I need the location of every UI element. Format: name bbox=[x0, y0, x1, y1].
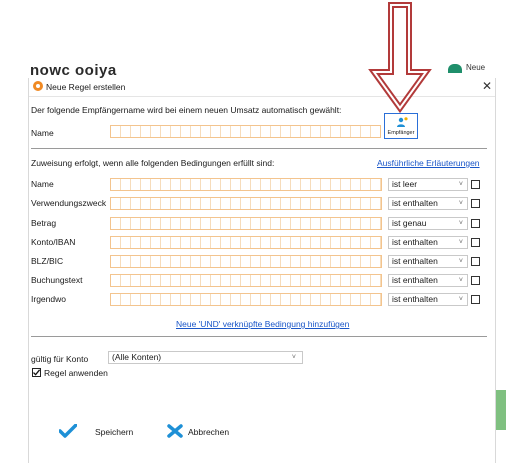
divider bbox=[31, 336, 487, 337]
chevron-down-icon: ˅ bbox=[458, 296, 463, 303]
condition-label: Irgendwo bbox=[31, 294, 66, 304]
condition-label: Verwendungszweck bbox=[31, 198, 107, 208]
account-select-value: (Alle Konten) bbox=[112, 352, 162, 362]
condition-operator-value: ist enthalten bbox=[392, 294, 438, 304]
condition-value-field[interactable] bbox=[110, 293, 382, 306]
condition-operator-value: ist enthalten bbox=[392, 237, 438, 247]
condition-label: Buchungstext bbox=[31, 275, 83, 285]
empfaenger-button-label: Empfänger bbox=[387, 130, 415, 136]
chevron-down-icon: ˅ bbox=[458, 239, 463, 246]
close-icon bbox=[167, 424, 183, 438]
chevron-down-icon: ˅ bbox=[458, 277, 463, 284]
close-icon[interactable]: ✕ bbox=[481, 79, 493, 93]
background-status-icon bbox=[448, 64, 462, 73]
save-button-label: Speichern bbox=[95, 427, 134, 437]
condition-value-field[interactable] bbox=[110, 178, 382, 191]
checkmark-icon bbox=[33, 369, 41, 376]
condition-operator-value: ist genau bbox=[392, 218, 427, 228]
new-rule-dialog: Neue Regel erstellen ✕ Der folgende Empf… bbox=[28, 78, 496, 463]
condition-checkbox[interactable] bbox=[471, 276, 480, 285]
condition-label: Konto/IBAN bbox=[31, 237, 76, 247]
condition-operator-select[interactable]: ist enthalten ˅ bbox=[388, 293, 468, 306]
condition-checkbox[interactable] bbox=[471, 295, 480, 304]
condition-label: BLZ/BIC bbox=[31, 256, 64, 266]
condition-operator-value: ist enthalten bbox=[392, 275, 438, 285]
condition-operator-value: ist enthalten bbox=[392, 256, 438, 266]
condition-checkbox[interactable] bbox=[471, 257, 480, 266]
account-label: gültig für Konto bbox=[31, 354, 89, 364]
divider bbox=[31, 148, 487, 149]
cancel-button[interactable]: Abbrechen bbox=[167, 424, 247, 440]
app-logo-icon bbox=[33, 81, 43, 91]
condition-checkbox[interactable] bbox=[471, 219, 480, 228]
condition-checkbox[interactable] bbox=[471, 199, 480, 208]
condition-operator-value: ist leer bbox=[392, 179, 418, 189]
condition-value-field[interactable] bbox=[110, 217, 382, 230]
empfaenger-button[interactable]: Empfänger bbox=[384, 113, 418, 139]
checkmark-icon bbox=[59, 424, 77, 438]
condition-value-field[interactable] bbox=[110, 274, 382, 287]
condition-label: Name bbox=[31, 179, 54, 189]
condition-operator-select[interactable]: ist enthalten ˅ bbox=[388, 197, 468, 210]
condition-operator-select[interactable]: ist enthalten ˅ bbox=[388, 236, 468, 249]
condition-label: Betrag bbox=[31, 218, 57, 228]
condition-value-field[interactable] bbox=[110, 255, 382, 268]
help-link[interactable]: Ausführliche Erläuterungen bbox=[377, 158, 480, 168]
account-select[interactable]: (Alle Konten) ˅ bbox=[108, 351, 303, 364]
condition-operator-select[interactable]: ist enthalten ˅ bbox=[388, 255, 468, 268]
name-field[interactable] bbox=[110, 125, 381, 138]
cancel-button-label: Abbrechen bbox=[188, 427, 230, 437]
condition-operator-value: ist enthalten bbox=[392, 198, 438, 208]
condition-checkbox[interactable] bbox=[471, 238, 480, 247]
chevron-down-icon: ˅ bbox=[291, 354, 296, 361]
condition-operator-select[interactable]: ist enthalten ˅ bbox=[388, 274, 468, 287]
condition-value-field[interactable] bbox=[110, 197, 382, 210]
chevron-down-icon: ˅ bbox=[458, 181, 463, 188]
chevron-down-icon: ˅ bbox=[458, 200, 463, 207]
save-button[interactable]: Speichern bbox=[59, 424, 133, 440]
apply-rule-label: Regel anwenden bbox=[44, 368, 108, 378]
name-label: Name bbox=[31, 128, 54, 138]
apply-rule-checkbox[interactable] bbox=[32, 368, 41, 377]
background-tab-label: Neue bbox=[466, 63, 486, 72]
intro-text: Der folgende Empfängername wird bei eine… bbox=[31, 105, 342, 115]
annotation-arrow-icon bbox=[368, 2, 432, 114]
chevron-down-icon: ˅ bbox=[458, 220, 463, 227]
chevron-down-icon: ˅ bbox=[458, 258, 463, 265]
add-condition-link[interactable]: Neue 'UND' verknüpfte Bedingung hinzufüg… bbox=[176, 319, 349, 329]
condition-operator-select[interactable]: ist genau ˅ bbox=[388, 217, 468, 230]
conditions-intro: Zuweisung erfolgt, wenn alle folgenden B… bbox=[31, 158, 275, 168]
condition-operator-select[interactable]: ist leer ˅ bbox=[388, 178, 468, 191]
condition-checkbox[interactable] bbox=[471, 180, 480, 189]
condition-value-field[interactable] bbox=[110, 236, 382, 249]
dialog-title: Neue Regel erstellen bbox=[46, 82, 126, 92]
background-app-title: nowc ooiya bbox=[30, 62, 117, 79]
user-icon bbox=[397, 117, 408, 127]
